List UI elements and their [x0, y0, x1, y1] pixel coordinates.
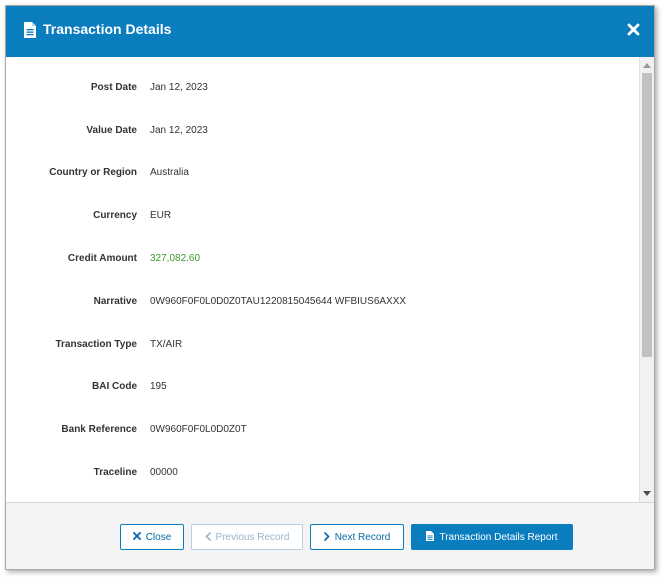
close-button[interactable]: Close [120, 524, 184, 550]
field-value: Australia [150, 167, 189, 178]
field-value: 0W960F0F0L0D0Z0T [150, 424, 247, 435]
credit-amount-value: 327,082.60 [150, 253, 201, 264]
field-label: Narrative [93, 296, 137, 307]
chevron-left-icon [204, 532, 211, 541]
field-label: Country or Region [49, 167, 137, 178]
field-label: Bank Reference [61, 424, 137, 435]
field-label: Transaction Type [55, 339, 137, 350]
next-record-button[interactable]: Next Record [310, 524, 404, 550]
field-label: Value Date [86, 125, 137, 136]
field-value: 00000 [150, 467, 178, 478]
file-text-icon [426, 531, 435, 542]
next-record-label: Next Record [334, 532, 391, 543]
scroll-up-arrow-icon[interactable] [643, 63, 651, 68]
field-value: Jan 12, 2023 [150, 125, 208, 136]
scrollbar-thumb[interactable] [642, 73, 652, 357]
field-value: 0W960F0F0L0D0Z0TAU1220815045644 WFBIUS6A… [150, 296, 407, 307]
scroll-down-arrow-icon[interactable] [643, 491, 651, 496]
dialog-title: Transaction Details [43, 21, 172, 37]
dialog-header: Transaction Details [6, 6, 654, 57]
field-value: 195 [150, 381, 167, 392]
field-label: Currency [93, 210, 137, 221]
field-value: EUR [150, 210, 172, 221]
close-icon[interactable] [627, 23, 640, 36]
previous-record-label: Previous Record [215, 532, 290, 543]
vertical-scrollbar[interactable] [639, 57, 654, 502]
transaction-details-dialog: Transaction Details Post Date Jan 12, 20… [5, 5, 655, 570]
dialog-footer: Close Previous Record Next Record Transa… [6, 502, 654, 569]
times-icon [132, 532, 141, 541]
close-button-label: Close [145, 532, 172, 543]
transaction-details-report-button[interactable]: Transaction Details Report [411, 524, 573, 550]
report-button-label: Transaction Details Report [439, 532, 558, 543]
field-value: Jan 12, 2023 [150, 82, 208, 93]
document-icon [24, 22, 36, 38]
field-value: TX/AIR [150, 339, 183, 350]
field-label: Post Date [90, 82, 137, 93]
field-label: Traceline [93, 467, 137, 478]
field-label: Credit Amount [67, 253, 137, 264]
dialog-body: Post Date Jan 12, 2023 Value Date Jan 12… [6, 57, 654, 502]
chevron-right-icon [323, 532, 330, 541]
field-label: BAI Code [92, 381, 137, 392]
previous-record-button[interactable]: Previous Record [191, 524, 303, 550]
